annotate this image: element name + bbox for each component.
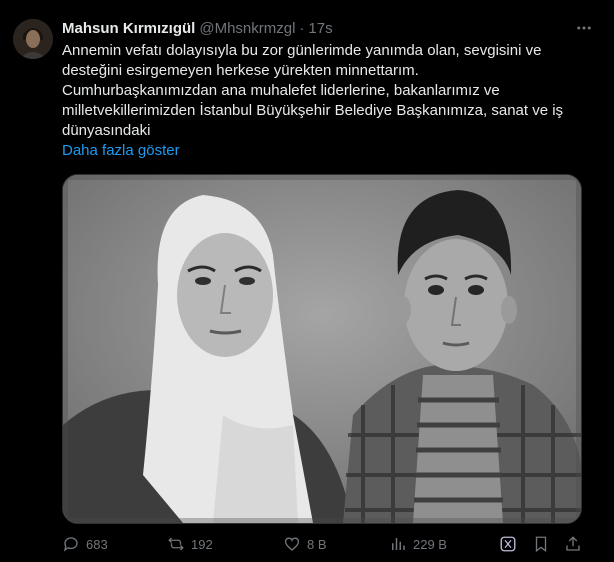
tweet-text-line: Cumhurbaşkanımızdan ana muhalefet liderl…: [62, 82, 500, 99]
repost-button[interactable]: 192: [167, 532, 213, 556]
like-count: 8 B: [307, 536, 327, 552]
tweet-card[interactable]: Mahsun Kırmızıgül @Mhsnkrmzgl · 17s Anne…: [0, 0, 614, 562]
views-count: 229 B: [413, 536, 447, 552]
avatar[interactable]: [13, 19, 53, 59]
tweet-actions: 683 192 8 B 229 B: [62, 532, 582, 556]
reply-count: 683: [86, 536, 108, 552]
bookmark-icon[interactable]: [532, 532, 550, 556]
tweet-timestamp[interactable]: 17s: [308, 20, 332, 37]
tweet-text: Annemin vefatı dolayısıyla bu zor günler…: [62, 41, 582, 141]
author-name[interactable]: Mahsun Kırmızıgül: [62, 20, 195, 37]
tweet-photo[interactable]: [62, 174, 582, 524]
repost-icon: [167, 535, 185, 553]
share-icon[interactable]: [564, 532, 582, 556]
reply-button[interactable]: 683: [62, 532, 108, 556]
grok-icon[interactable]: [499, 532, 517, 556]
show-more-link[interactable]: Daha fazla göster: [62, 142, 180, 159]
heart-icon: [283, 535, 301, 553]
tweet-header: Mahsun Kırmızıgül @Mhsnkrmzgl · 17s: [62, 18, 333, 38]
like-button[interactable]: 8 B: [283, 532, 327, 556]
views-button[interactable]: 229 B: [389, 532, 447, 556]
tweet-text-line: dünyasındaki: [62, 122, 151, 139]
more-horizontal-icon[interactable]: [572, 16, 596, 40]
views-chart-icon: [389, 535, 407, 553]
repost-count: 192: [191, 536, 213, 552]
author-handle[interactable]: @Mhsnkrmzgl: [199, 20, 295, 37]
tweet-text-line: Annemin vefatı dolayısıyla bu zor günler…: [62, 42, 542, 59]
separator-dot: ·: [299, 19, 305, 37]
tweet-text-line: milletvekillerimizden İstanbul Büyükşehi…: [62, 102, 564, 119]
reply-icon: [62, 535, 80, 553]
tweet-text-line: desteğini esirgemeyen herkese yürekten m…: [62, 62, 419, 79]
